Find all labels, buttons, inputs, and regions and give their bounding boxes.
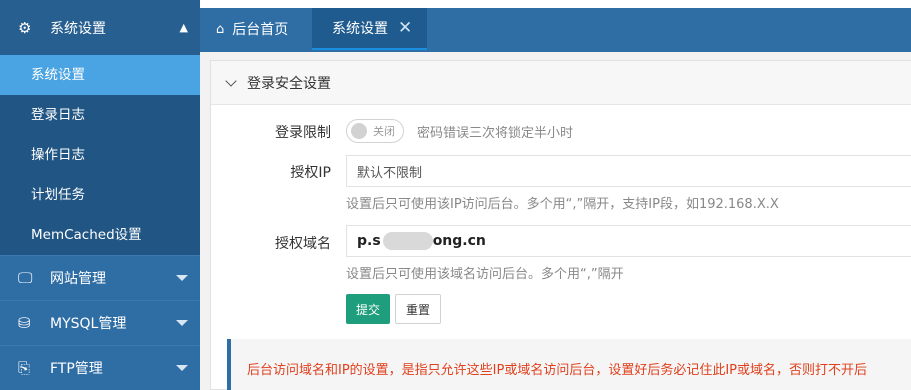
sidebar-item-memcached[interactable]: MemCached设置 <box>0 215 200 255</box>
tab-home[interactable]: ⌂ 后台首页 <box>200 8 312 50</box>
home-icon: ⌂ <box>216 21 225 37</box>
sidebar-item-operation-log[interactable]: 操作日志 <box>0 135 200 175</box>
sidebar-menu-label: MYSQL管理 <box>50 316 127 332</box>
chevron-down-icon <box>176 275 188 281</box>
sidebar-menu-label: 网站管理 <box>50 271 106 287</box>
sidebar-menu-mysql[interactable]: ⛁ MYSQL管理 <box>0 300 200 345</box>
monitor-icon: 🖵 <box>18 269 33 287</box>
database-icon: ⛁ <box>18 314 31 332</box>
warning-notice: 后台访问域名和IP的设置，是指只允许这些IP或域名访问后台，设置好后务必记住此I… <box>227 339 911 390</box>
tab-bar: ⌂ 后台首页 系统设置 ✕ <box>200 0 911 52</box>
ftp-icon: ⎘ <box>18 359 31 377</box>
login-limit-toggle[interactable]: 关闭 <box>346 119 404 143</box>
warning-notice-text: 后台访问域名和IP的设置，是指只允许这些IP或域名访问后台，设置好后务必记住此I… <box>247 363 868 378</box>
auth-domain-label: 授权域名 <box>275 236 331 252</box>
chevron-up-icon: ▲ <box>179 21 188 34</box>
chevron-down-icon <box>176 320 188 326</box>
sidebar-item-system-settings[interactable]: 系统设置 <box>0 55 200 95</box>
login-limit-label: 登录限制 <box>275 125 331 141</box>
tab-system-settings[interactable]: 系统设置 ✕ <box>312 8 427 50</box>
chevron-down-icon <box>225 74 237 87</box>
panel-title: 登录安全设置 <box>247 75 331 92</box>
sidebar-menu-label: FTP管理 <box>50 361 103 377</box>
toggle-label: 关闭 <box>373 125 395 138</box>
sidebar: ⚙ 系统设置 ▲ 系统设置 登录日志 操作日志 计划任务 MemCached设置… <box>0 0 200 390</box>
sidebar-header-system-settings[interactable]: ⚙ 系统设置 ▲ <box>0 0 200 55</box>
login-limit-hint: 密码错误三次将锁定半小时 <box>417 126 574 141</box>
chevron-down-icon <box>176 365 188 371</box>
auth-ip-help: 设置后只可使用该IP访问后台。多个用“,”隔开，支持IP段，如192.168.X… <box>346 197 779 212</box>
gear-icon: ⚙ <box>18 18 32 37</box>
sidebar-item-login-log[interactable]: 登录日志 <box>0 95 200 135</box>
sidebar-menu-website[interactable]: 🖵 网站管理 <box>0 255 200 300</box>
auth-domain-help: 设置后只可使用该域名访问后台。多个用“,”隔开 <box>346 267 624 282</box>
panel-header[interactable]: 登录安全设置 <box>211 61 911 105</box>
reset-button[interactable]: 重置 <box>395 294 441 324</box>
top-stripe <box>200 0 911 8</box>
redacted-blur <box>383 232 433 250</box>
tab-system-settings-label: 系统设置 <box>332 21 388 37</box>
auth-ip-label: 授权IP <box>290 165 331 181</box>
sidebar-menu-ftp[interactable]: ⎘ FTP管理 <box>0 345 200 390</box>
sidebar-header-label: 系统设置 <box>50 20 106 37</box>
auth-domain-value-prefix: p.s <box>357 233 381 249</box>
auth-domain-value-suffix: ong.cn <box>432 233 486 249</box>
tab-home-label: 后台首页 <box>232 22 289 38</box>
auth-ip-input[interactable] <box>346 155 911 187</box>
close-icon[interactable]: ✕ <box>398 18 412 38</box>
login-security-panel: 登录安全设置 登录限制 关闭 密码错误三次将锁定半小时 授权IP 设置后只可使用… <box>210 60 911 390</box>
toggle-knob <box>351 123 367 139</box>
sidebar-item-scheduled-tasks[interactable]: 计划任务 <box>0 175 200 215</box>
submit-button[interactable]: 提交 <box>346 294 390 324</box>
